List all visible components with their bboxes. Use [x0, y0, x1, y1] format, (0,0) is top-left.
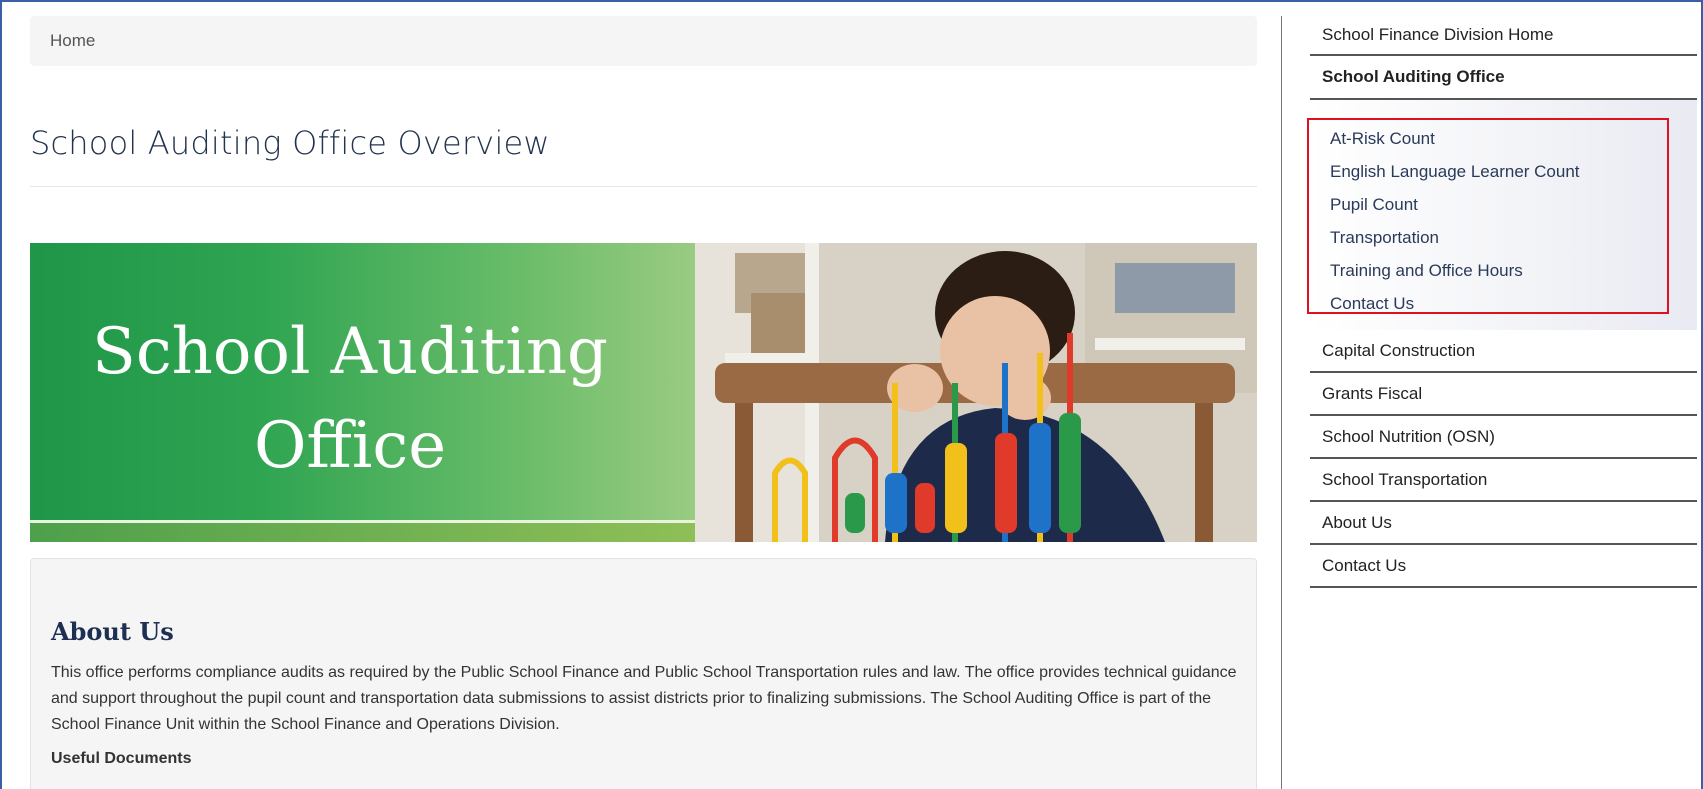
breadcrumb-home-link[interactable]: Home — [50, 31, 95, 51]
hero-stripe — [30, 520, 695, 542]
subnav-item-english-language-learner-count[interactable]: English Language Learner Count — [1310, 155, 1697, 188]
hero-photo-child-abacus — [695, 243, 1257, 542]
hero-photo-illustration — [695, 243, 1257, 542]
subnav-list: At-Risk Count English Language Learner C… — [1310, 108, 1697, 320]
subnav-item-contact-us[interactable]: Contact Us — [1310, 287, 1697, 320]
sidebar-item-grants-fiscal[interactable]: Grants Fiscal — [1310, 373, 1697, 416]
sidebar-item-about-us[interactable]: About Us — [1310, 502, 1697, 545]
hero-banner: School Auditing Office — [30, 243, 1257, 542]
about-us-text: This office performs compliance audits a… — [51, 664, 1237, 733]
sidebar-item-school-nutrition[interactable]: School Nutrition (OSN) — [1310, 416, 1697, 459]
title-divider — [30, 186, 1257, 187]
sidebar-subnav: At-Risk Count English Language Learner C… — [1307, 100, 1697, 330]
hero-title-line2: Office — [253, 409, 447, 483]
sidebar-nav: School Finance Division Home School Audi… — [1307, 16, 1697, 588]
hero-green-panel: School Auditing Office — [30, 243, 695, 542]
hero-title-line1: School Auditing — [91, 315, 609, 389]
sidebar-item-contact-us[interactable]: Contact Us — [1310, 545, 1697, 588]
sidebar-item-school-auditing-office[interactable]: School Auditing Office — [1310, 56, 1697, 100]
subnav-item-pupil-count[interactable]: Pupil Count — [1310, 188, 1697, 221]
useful-documents-heading: Useful Documents — [51, 750, 192, 767]
subnav-item-training-and-office-hours[interactable]: Training and Office Hours — [1310, 254, 1697, 287]
main-content: Home School Auditing Office Overview Sch… — [30, 16, 1257, 789]
breadcrumb: Home — [30, 16, 1257, 66]
about-us-heading: About Us — [51, 617, 174, 646]
sidebar-item-capital-construction[interactable]: Capital Construction — [1310, 330, 1697, 373]
sidebar-divider — [1281, 16, 1282, 789]
about-us-card: About Us This office performs compliance… — [30, 558, 1257, 789]
sidebar-item-school-finance-division-home[interactable]: School Finance Division Home — [1310, 16, 1697, 56]
page-title: School Auditing Office Overview — [30, 124, 550, 162]
subnav-item-transportation[interactable]: Transportation — [1310, 221, 1697, 254]
subnav-item-at-risk-count[interactable]: At-Risk Count — [1310, 122, 1697, 155]
hero-title: School Auditing Office — [30, 305, 670, 493]
sidebar-item-school-transportation[interactable]: School Transportation — [1310, 459, 1697, 502]
